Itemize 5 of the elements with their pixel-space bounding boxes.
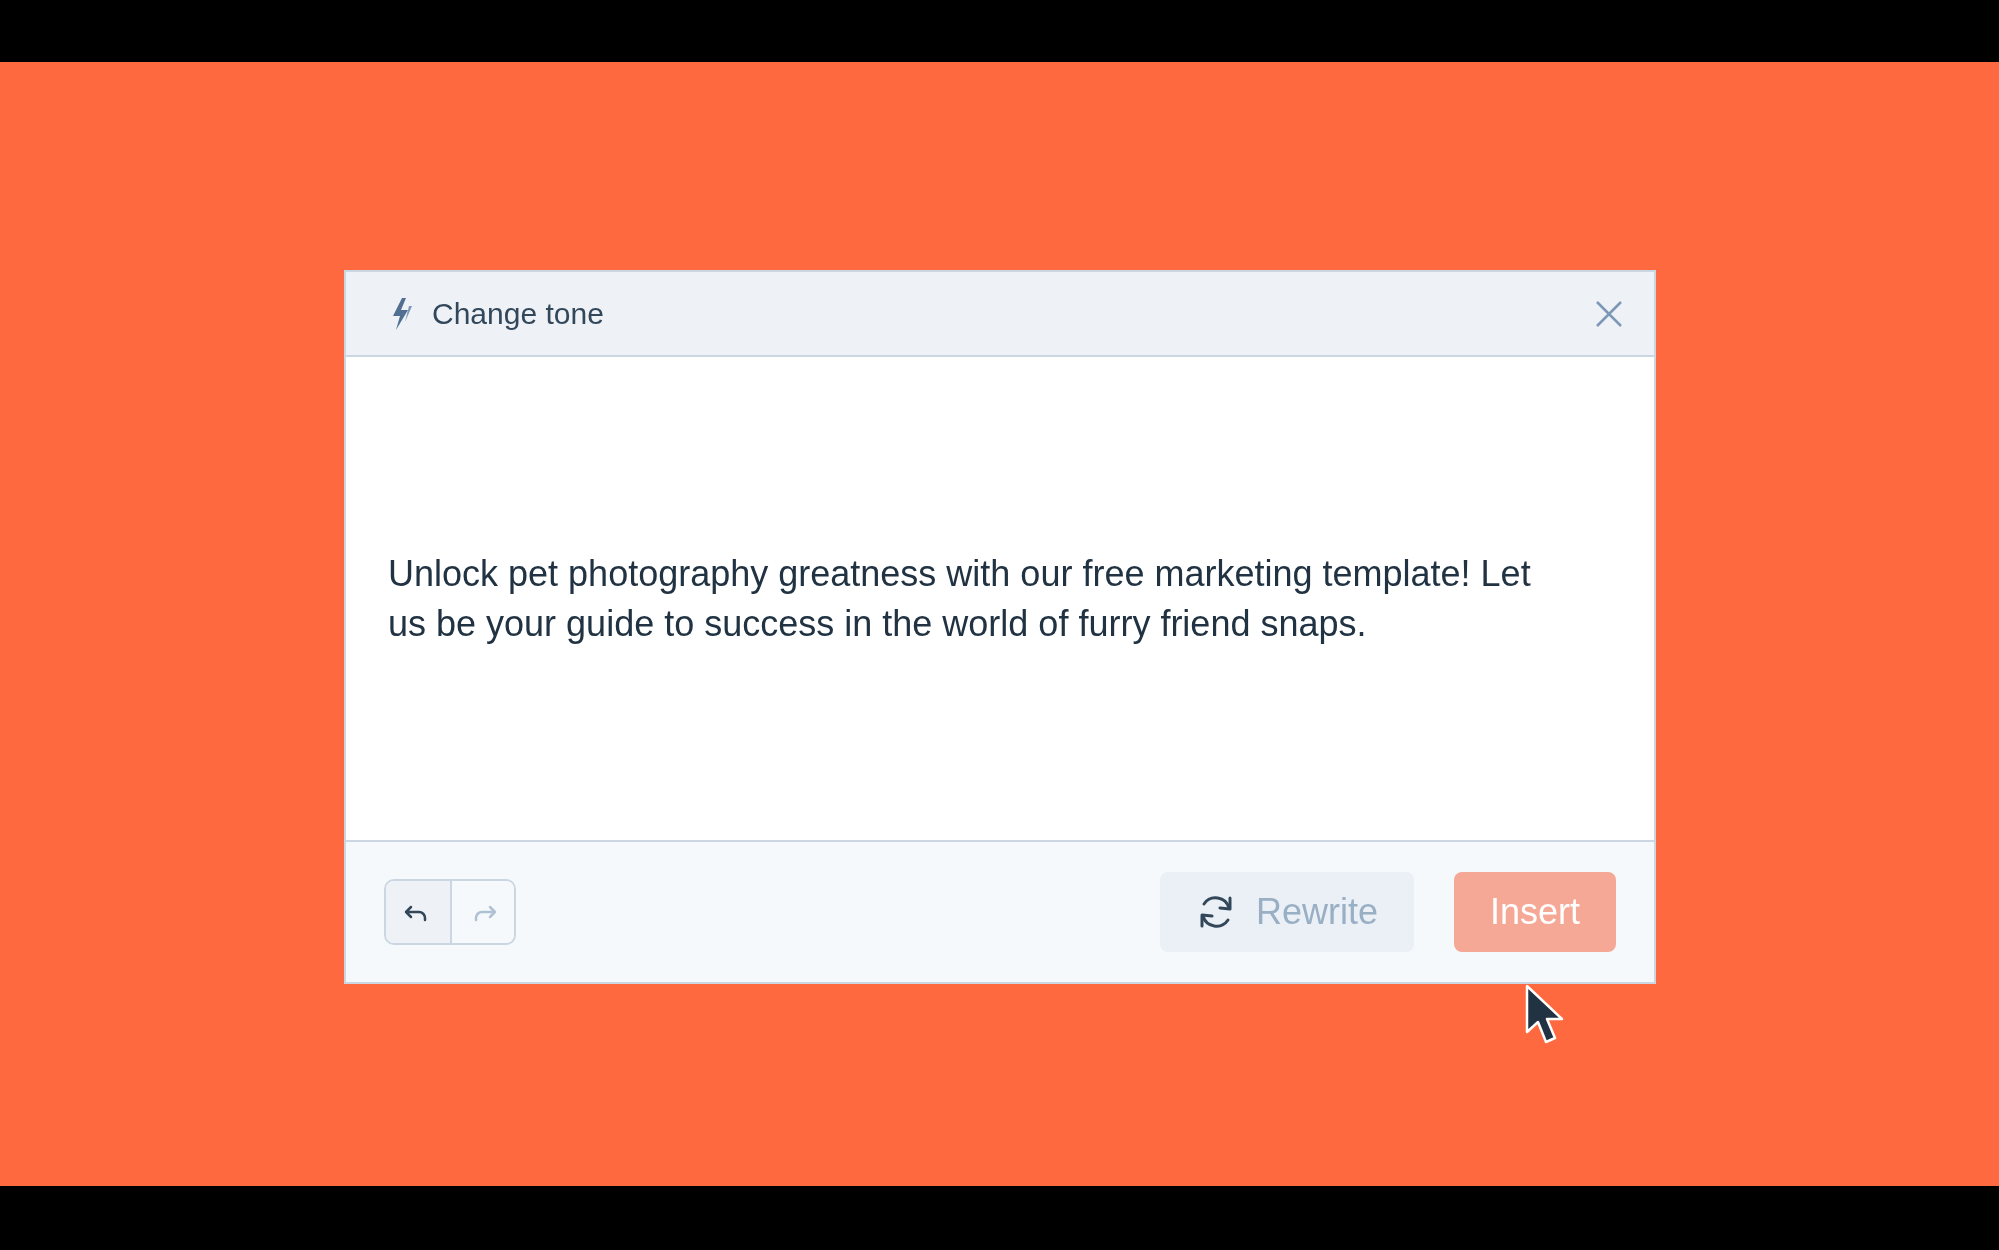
message-text: Unlock pet photography greatness with our free marketing template! Let us be your guide to success in the world of furry friend snaps. — [388, 551, 1532, 646]
close-button[interactable] — [1594, 298, 1624, 329]
undo-button[interactable] — [386, 881, 450, 943]
lightning-icon — [390, 296, 414, 331]
dialog-title: Change tone — [432, 296, 604, 332]
